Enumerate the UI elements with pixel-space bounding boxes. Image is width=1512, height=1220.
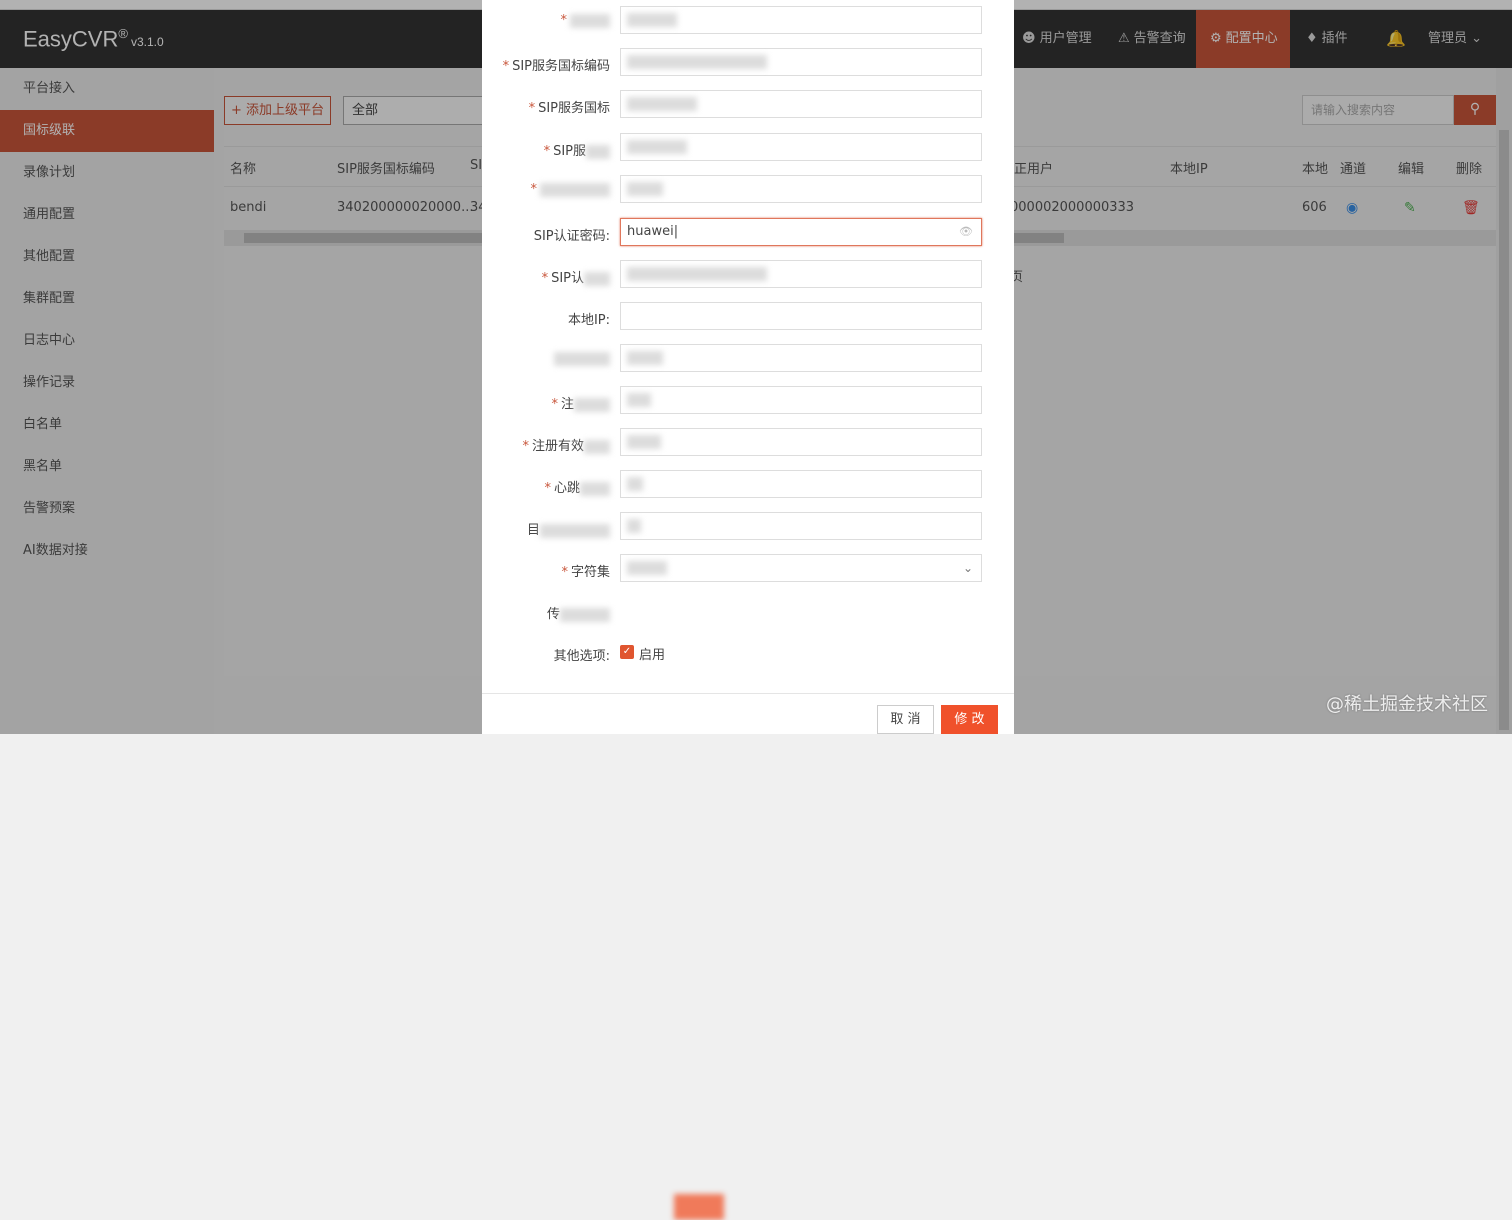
form-row: SIP认证密码: huawei| 👁 [482,218,1014,248]
sip-password-label: SIP认证密码: [533,229,610,244]
field-label: * 注 [551,393,610,412]
form-field[interactable] [620,260,982,288]
field-label: * 字符集 [561,565,610,580]
form-row: 本地IP: [482,302,1014,332]
local-ip-label: 本地IP: [567,313,610,328]
field-label [554,351,610,366]
form-field[interactable] [620,133,982,161]
other-options-label: 其他选项: [553,649,610,664]
form-field[interactable] [620,344,982,372]
form-field[interactable] [620,175,982,203]
form-field[interactable] [620,428,982,456]
form-row: * [482,6,1014,36]
transport-label: 传 [547,603,610,622]
form-field[interactable] [620,386,982,414]
form-field[interactable] [620,470,982,498]
enable-label: 启用 [639,648,666,663]
enable-checkbox[interactable]: ✓ [620,645,634,659]
edit-platform-dialog: * * SIP服务国标编码 * SIP服务国标 * SIP服 * SIP认证密码: h… [482,0,1014,1220]
field-label: * [531,182,610,197]
watermark: @稀土掘金技术社区 [1326,694,1488,715]
sip-password-input[interactable]: huawei| 👁 [620,218,982,246]
form-row: 其他选项: [482,638,1014,668]
dialog-footer-divider [482,693,1014,694]
form-row [482,344,1014,374]
form-field[interactable] [620,6,982,34]
chevron-down-icon: ⌄ [962,561,973,575]
local-ip-input[interactable] [620,302,982,330]
form-row: * SIP服 [482,133,1014,163]
cancel-button[interactable]: 取 消 [877,705,934,734]
form-row: * [482,175,1014,205]
form-field[interactable] [620,512,982,540]
field-label: * SIP服 [544,140,610,159]
field-label: * 注册有效 [522,435,610,454]
field-label: * [561,13,610,28]
transport-toggle[interactable] [674,1194,724,1220]
charset-select[interactable]: ⌄ [620,554,982,582]
form-row: * SIP认 [482,260,1014,290]
field-label: * 心跳 [544,477,610,496]
form-row: * 注册有效 [482,428,1014,458]
form-row: 目 [482,512,1014,542]
form-field[interactable] [620,90,982,118]
field-label: 目 [527,519,610,538]
form-row: * 字符集 ⌄ [482,554,1014,584]
field-label: * SIP服务国标 [528,101,610,116]
form-field[interactable] [620,48,982,76]
field-label: * SIP服务国标编码 [502,59,610,74]
form-row: * SIP服务国标编码 [482,48,1014,78]
confirm-modify-button[interactable]: 修 改 [941,705,998,734]
form-row: * 心跳 [482,470,1014,500]
eye-icon[interactable]: 👁 [959,219,973,245]
form-row: * SIP服务国标 [482,90,1014,120]
form-row: * 注 [482,386,1014,416]
form-row: 传 [482,596,1014,1220]
field-label: * SIP认 [542,267,610,286]
